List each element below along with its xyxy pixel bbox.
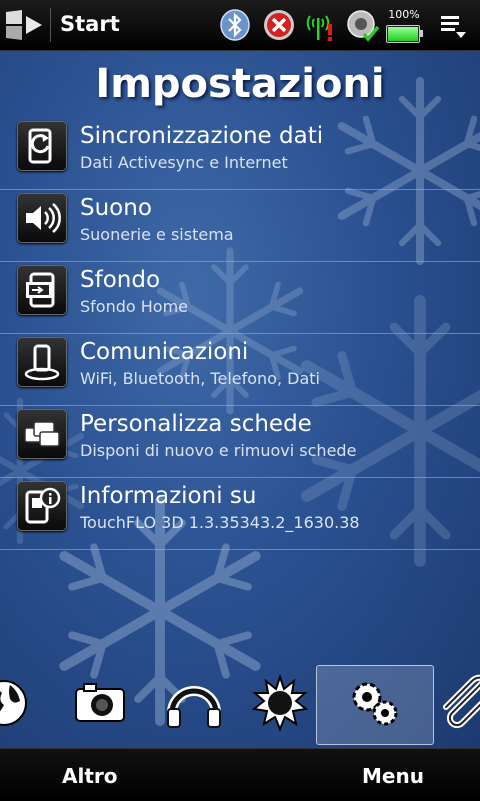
softkey-right[interactable]: Menu bbox=[362, 764, 424, 788]
settings-item-wallpaper[interactable]: Sfondo Sfondo Home bbox=[0, 262, 480, 334]
item-subtitle: Suonerie e sistema bbox=[80, 225, 234, 244]
tab-music[interactable] bbox=[164, 673, 224, 733]
item-subtitle: TouchFLO 3D 1.3.35343.2_1630.38 bbox=[80, 513, 360, 532]
settings-item-about[interactable]: Informazioni su TouchFLO 3D 1.3.35343.2_… bbox=[0, 478, 480, 550]
bluetooth-icon[interactable] bbox=[218, 8, 252, 42]
battery-body bbox=[386, 25, 420, 43]
settings-item-communications[interactable]: Comunicazioni WiFi, Bluetooth, Telefono,… bbox=[0, 334, 480, 406]
globe-icon bbox=[0, 680, 27, 726]
connection-error-icon[interactable] bbox=[262, 8, 296, 42]
camera-icon bbox=[75, 683, 125, 722]
tab-strip bbox=[0, 663, 480, 748]
tab-settings[interactable] bbox=[345, 673, 405, 733]
softkey-bar: Altro Menu bbox=[0, 748, 480, 801]
info-icon bbox=[17, 481, 67, 531]
signal-icon[interactable] bbox=[304, 8, 338, 42]
weather-icon bbox=[251, 673, 309, 732]
volume-icon[interactable] bbox=[346, 8, 380, 42]
settings-panel: Impostazioni Sincronizzazione dati Dati … bbox=[0, 51, 480, 748]
battery-percent: 100% bbox=[388, 8, 420, 21]
windows-logo-icon[interactable] bbox=[4, 8, 44, 42]
settings-list: Sincronizzazione dati Dati Activesync e … bbox=[0, 118, 480, 550]
softkey-left[interactable]: Altro bbox=[62, 764, 118, 788]
battery-tip bbox=[420, 30, 423, 37]
page-title: Impostazioni bbox=[95, 61, 385, 107]
status-title[interactable]: Start bbox=[60, 12, 120, 36]
phone-wireless-icon bbox=[17, 337, 67, 387]
item-subtitle: Sfondo Home bbox=[80, 297, 188, 316]
item-subtitle: Disponi di nuovo e rimuovi schede bbox=[80, 441, 357, 460]
item-title: Comunicazioni bbox=[80, 339, 249, 365]
status-bar: Start 100% bbox=[0, 0, 480, 51]
paperclip-icon bbox=[443, 674, 480, 729]
item-title: Informazioni su bbox=[80, 483, 257, 509]
tab-attachments[interactable] bbox=[438, 673, 480, 733]
item-title: Personalizza schede bbox=[80, 411, 312, 437]
speaker-icon bbox=[17, 193, 67, 243]
tab-globe[interactable] bbox=[0, 673, 34, 733]
item-title: Sincronizzazione dati bbox=[80, 123, 324, 149]
settings-item-sound[interactable]: Suono Suonerie e sistema bbox=[0, 190, 480, 262]
settings-item-customize-tabs[interactable]: Personalizza schede Disponi di nuovo e r… bbox=[0, 406, 480, 478]
sync-icon bbox=[17, 121, 67, 171]
settings-item-sync[interactable]: Sincronizzazione dati Dati Activesync e … bbox=[0, 118, 480, 190]
tab-weather[interactable] bbox=[250, 673, 310, 733]
item-subtitle: WiFi, Bluetooth, Telefono, Dati bbox=[80, 369, 320, 388]
tabs-icon bbox=[17, 409, 67, 459]
menu-icon[interactable] bbox=[436, 8, 470, 42]
item-subtitle: Dati Activesync e Internet bbox=[80, 153, 288, 172]
headphones-icon bbox=[167, 686, 221, 728]
wallpaper-icon bbox=[17, 265, 67, 315]
item-title: Suono bbox=[80, 195, 152, 221]
status-separator bbox=[50, 8, 51, 42]
tab-camera[interactable] bbox=[70, 673, 130, 733]
battery-icon[interactable]: 100% bbox=[384, 8, 424, 44]
battery-fill bbox=[388, 27, 418, 41]
item-title: Sfondo bbox=[80, 267, 161, 293]
settings-gears-icon bbox=[352, 682, 398, 726]
